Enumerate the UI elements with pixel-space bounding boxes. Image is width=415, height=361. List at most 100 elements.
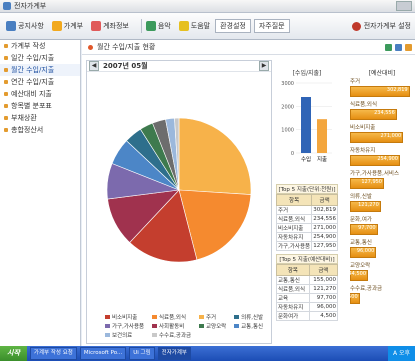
budget-item[interactable]: 가구,가사용품,서비스 127,950 — [350, 169, 414, 189]
budget-item[interactable]: 주거 302,819 — [350, 77, 414, 97]
y-tick-label: 1000 — [281, 128, 294, 134]
legend-label: 사회활동비 — [158, 324, 185, 330]
page-title: 월간 수입/지출 현황 — [97, 43, 156, 51]
table-row[interactable]: 교통,통신 155,000 — [276, 275, 339, 285]
budget-bar: 271,000 — [350, 132, 404, 143]
budget-bar: 127,950 — [350, 178, 384, 189]
toolbar-ledger-button[interactable]: 가계부 — [50, 18, 85, 34]
budget-item[interactable]: 식료품,외식 234,556 — [350, 100, 414, 120]
settings-button[interactable]: 환경설정 — [215, 19, 251, 33]
taskbar: 시작 가계부 작성 요청 Microsoft Po... Ui 그림 전자가계부… — [0, 346, 415, 361]
toolbar: 공지사항 가계부 계좌정보 음악 도움말 환경설정 자주질문 전자가계부 설정 — [0, 13, 415, 40]
cell-amount: 97,700 — [308, 293, 339, 303]
legend-label: 교통,통신 — [241, 324, 264, 330]
table-row[interactable]: 자동차유지 254,900 — [275, 232, 338, 242]
budget-value: 127,950 — [361, 179, 382, 185]
y-tick-label: 2000 — [281, 104, 294, 110]
budget-item-label: 교양오락 — [350, 263, 371, 269]
sidebar-item-budget[interactable]: 예산대비 지출 — [0, 88, 80, 100]
budget-item[interactable]: 의류,신발 121,270 — [350, 192, 414, 212]
legend-swatch — [105, 333, 110, 337]
bullet-icon — [4, 56, 8, 60]
budget-bar: 96,000 — [350, 247, 377, 258]
taskbar-button[interactable]: 전자가계부 — [157, 347, 191, 360]
legend-swatch — [198, 315, 204, 319]
legend-item: 의류,신발 — [234, 313, 265, 321]
cell-amount: 302,819 — [311, 205, 338, 215]
start-button[interactable]: 시작 — [0, 346, 27, 361]
cell-item: 주거 — [275, 205, 313, 215]
faq-button[interactable]: 자주질문 — [253, 19, 290, 33]
user-label: 전자가계부 설정 — [363, 22, 411, 30]
export-icon[interactable] — [405, 43, 412, 51]
bar — [301, 97, 311, 153]
bullet-icon — [4, 116, 8, 120]
budget-item[interactable]: 교통,통신 96,000 — [350, 238, 414, 258]
sidebar-item-label: 부채상환 — [11, 114, 37, 122]
bullet-icon — [4, 44, 8, 48]
table-row[interactable]: 식료품,외식 234,556 — [275, 214, 338, 224]
table-row[interactable]: 교육 97,700 — [276, 293, 339, 303]
header-icons — [385, 43, 415, 51]
user-box[interactable]: 전자가계부 설정 — [351, 21, 411, 31]
budget-value: 96,000 — [356, 248, 375, 254]
table-row[interactable]: 주거 302,819 — [275, 205, 338, 215]
cell-amount: 234,556 — [311, 214, 338, 224]
table-row[interactable]: 자동차유지 96,000 — [276, 302, 339, 312]
legend-swatch — [151, 333, 157, 337]
sidebar-item-label: 일간 수입/지출 — [11, 54, 55, 62]
window-controls[interactable] — [396, 1, 412, 11]
sidebar-item-daily[interactable]: 일간 수입/지출 — [0, 52, 80, 64]
sidebar-item-monthly[interactable]: 월간 수입/지출 — [0, 64, 80, 76]
budget-item[interactable]: 자동차유지 254,900 — [350, 146, 414, 166]
taskbar-button[interactable]: Microsoft Po... — [79, 347, 127, 360]
toolbar-music-button[interactable]: 음악 — [135, 18, 173, 34]
taskbar-button[interactable]: 가계부 작성 요청 — [29, 347, 77, 360]
budget-item[interactable]: 교양오락 44,500 — [350, 261, 414, 281]
budget-item[interactable]: 문화,여가 97,700 — [350, 215, 414, 235]
sidebar-item-write[interactable]: 가계부 작성 — [0, 40, 80, 52]
legend-label: 의류,신발 — [241, 315, 264, 321]
budget-item-label: 자동차유지 — [350, 148, 376, 154]
legend-label: 교양오락 — [205, 324, 227, 330]
income-table: 항목 금액 주거 302,819 식료품,외식 234,556 비소비지출 271,000… — [275, 194, 338, 251]
cell-item: 비소비지출 — [275, 223, 313, 233]
bullet-icon — [4, 104, 8, 108]
taskbar-button[interactable]: Ui 그림 — [129, 347, 155, 360]
budget-item-label: 문화,여가 — [350, 217, 372, 223]
table-row[interactable]: 문화여가 4,500 — [276, 311, 339, 321]
column-header: 항목 — [275, 194, 313, 206]
cell-item: 식료품,외식 — [275, 214, 313, 224]
legend-item: 주거 — [198, 313, 228, 321]
next-month-button[interactable]: ▶ — [259, 61, 269, 71]
table-row[interactable]: 비소비지출 271,000 — [275, 223, 338, 233]
sidebar-item-distribution[interactable]: 항목별 분포표 — [0, 100, 80, 112]
budget-item-label: 수수료,공과금 — [350, 286, 383, 292]
expense-table: 항목 금액 교통,통신 155,000 식료품,외식 121,270 교육 97,700 자… — [276, 264, 339, 321]
sidebar-item-label: 가계부 작성 — [11, 42, 46, 50]
budget-item[interactable]: 비소비지출 271,000 — [350, 123, 414, 143]
sidebar-item-label: 월간 수입/지출 — [11, 66, 55, 74]
sidebar-item-summary[interactable]: 총합정산서 — [0, 124, 80, 136]
table-row[interactable]: 가구,가사용품 127,950 — [275, 241, 338, 251]
toolbar-help-button[interactable]: 도움말 — [177, 18, 212, 34]
bar-chart-panel: [수입/지출] 3000 2000 1000 0 수입 지출 — [278, 68, 336, 180]
toolbar-notice-button[interactable]: 공지사항 — [4, 18, 46, 34]
print-icon[interactable] — [395, 43, 402, 51]
legend-swatch — [105, 324, 110, 328]
table-row[interactable]: 식료품,외식 121,270 — [276, 284, 339, 294]
sidebar-item-label: 예산대비 지출 — [11, 90, 52, 98]
sidebar-item-debt[interactable]: 부채상환 — [0, 112, 80, 124]
excel-icon[interactable] — [385, 43, 392, 51]
budget-item[interactable]: 수수료,공과금 15,500 — [350, 284, 414, 304]
account-icon — [91, 21, 102, 31]
budget-item-label: 가구,가사용품,서비스 — [350, 171, 400, 177]
sidebar-item-yearly[interactable]: 연간 수입/지출 — [0, 76, 80, 88]
legend-item: 가구,가사용품 — [105, 322, 146, 330]
column-header: 금액 — [308, 264, 339, 276]
prev-month-button[interactable]: ◀ — [89, 61, 99, 71]
toolbar-account-button[interactable]: 계좌정보 — [89, 18, 131, 34]
bullet-icon — [4, 80, 8, 84]
bar-chart: 3000 2000 1000 0 수입 지출 — [281, 81, 332, 163]
bullet-icon — [4, 92, 8, 96]
